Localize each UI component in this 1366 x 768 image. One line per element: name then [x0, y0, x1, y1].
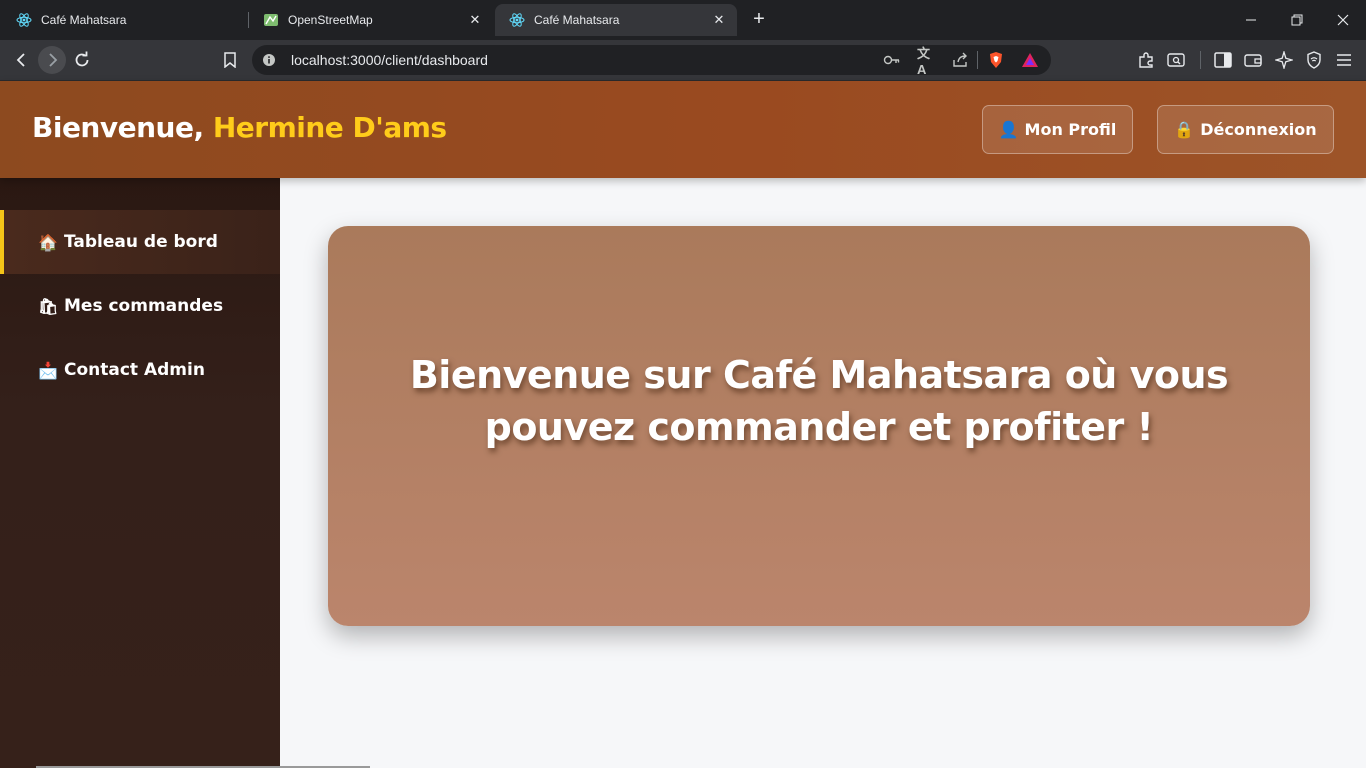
sidebar-item-contact-admin[interactable]: 📩 Contact Admin	[0, 338, 280, 402]
sparkle-icon	[1275, 51, 1293, 69]
sidebar-item-label: Contact Admin	[64, 360, 205, 380]
minimize-button[interactable]	[1228, 0, 1274, 40]
sidebar-item-dashboard[interactable]: 🏠 Tableau de bord	[0, 210, 280, 274]
tab-title: Café Mahatsara	[534, 13, 620, 27]
address-bar[interactable]: localhost:3000/client/dashboard 文A	[252, 45, 1051, 77]
browser-tab[interactable]: Café Mahatsara	[2, 4, 246, 36]
lock-icon: 🔒	[1174, 120, 1195, 139]
welcome-banner: Bienvenue sur Café Mahatsara où vous pou…	[328, 226, 1310, 626]
sidebar-item-orders[interactable]: 🛍 Mes commandes	[0, 274, 280, 338]
user-icon: 👤	[998, 120, 1019, 139]
browser-tab-active[interactable]: Café Mahatsara ✕	[495, 4, 737, 36]
wallet-button[interactable]	[1239, 46, 1267, 74]
sidebar: 🏠 Tableau de bord 🛍 Mes commandes 📩 Cont…	[0, 178, 280, 768]
reload-button[interactable]	[68, 46, 96, 74]
map-icon	[263, 12, 279, 28]
main-content: Bienvenue sur Café Mahatsara où vous pou…	[280, 178, 1366, 768]
profile-button-label: Mon Profil	[1024, 120, 1117, 139]
toolbar-divider	[1200, 51, 1201, 69]
back-arrow-icon	[16, 53, 25, 67]
new-tab-button[interactable]: +	[748, 8, 770, 30]
browser-tab[interactable]: OpenStreetMap ✕	[249, 4, 493, 36]
omnibox-divider	[977, 51, 978, 69]
close-window-button[interactable]	[1320, 0, 1366, 40]
translate-icon[interactable]: 文A	[917, 46, 935, 77]
close-icon[interactable]: ✕	[711, 12, 727, 28]
forward-arrow-icon	[49, 53, 58, 67]
bookmark-button[interactable]	[216, 46, 244, 74]
share-icon[interactable]	[951, 51, 969, 69]
sidebar-toggle-button[interactable]	[1209, 46, 1237, 74]
hamburger-menu-icon	[1337, 54, 1351, 66]
welcome-banner-text: Bienvenue sur Café Mahatsara où vous pou…	[409, 353, 1229, 449]
puzzle-icon	[1139, 52, 1153, 68]
extensions-button[interactable]	[1132, 46, 1160, 74]
greeting-text: Bienvenue,	[32, 111, 204, 144]
shopping-bag-icon: 🛍	[38, 296, 59, 316]
close-icon[interactable]: ✕	[467, 12, 483, 28]
browser-tab-strip: Café Mahatsara OpenStreetMap ✕ Café Maha…	[0, 0, 1366, 40]
url-text[interactable]: localhost:3000/client/dashboard	[291, 52, 488, 68]
tab-title: Café Mahatsara	[41, 13, 127, 27]
restore-button[interactable]	[1274, 0, 1320, 40]
brave-shields-icon[interactable]	[987, 51, 1005, 69]
brave-rewards-icon[interactable]	[1021, 51, 1039, 69]
react-icon	[16, 12, 32, 28]
profile-button[interactable]: 👤 Mon Profil	[982, 105, 1133, 154]
envelope-icon: 📩	[38, 360, 58, 380]
react-icon	[509, 12, 525, 28]
wallet-icon	[1244, 54, 1262, 67]
vpn-button[interactable]	[1300, 46, 1328, 74]
browser-toolbar: localhost:3000/client/dashboard 文A	[0, 40, 1366, 81]
site-info-icon[interactable]	[260, 51, 278, 69]
menu-button[interactable]	[1330, 46, 1358, 74]
forward-button[interactable]	[38, 46, 66, 74]
restore-icon	[1291, 14, 1303, 26]
minimize-icon	[1246, 19, 1256, 21]
sidebar-item-label: Tableau de bord	[64, 232, 218, 252]
welcome-heading: Bienvenue, Hermine D'ams	[32, 111, 447, 144]
page-search-button[interactable]	[1162, 46, 1190, 74]
close-icon	[1337, 14, 1349, 26]
leo-ai-button[interactable]	[1270, 46, 1298, 74]
tab-title: OpenStreetMap	[288, 13, 373, 27]
home-icon: 🏠	[38, 232, 58, 252]
key-icon[interactable]	[883, 51, 901, 69]
sidebar-item-label: Mes commandes	[64, 296, 224, 316]
logout-button-label: Déconnexion	[1200, 120, 1317, 139]
reload-icon	[75, 51, 89, 67]
window-search-icon	[1167, 53, 1185, 67]
sidebar-icon	[1214, 52, 1232, 68]
vpn-shield-icon	[1307, 51, 1321, 69]
username-text: Hermine D'ams	[212, 111, 447, 144]
logout-button[interactable]: 🔒 Déconnexion	[1157, 105, 1334, 154]
bookmark-icon	[224, 52, 236, 68]
app-viewport: Bienvenue, Hermine D'ams 👤 Mon Profil 🔒 …	[0, 81, 1366, 768]
back-button[interactable]	[8, 46, 36, 74]
app-header: Bienvenue, Hermine D'ams 👤 Mon Profil 🔒 …	[0, 81, 1366, 178]
